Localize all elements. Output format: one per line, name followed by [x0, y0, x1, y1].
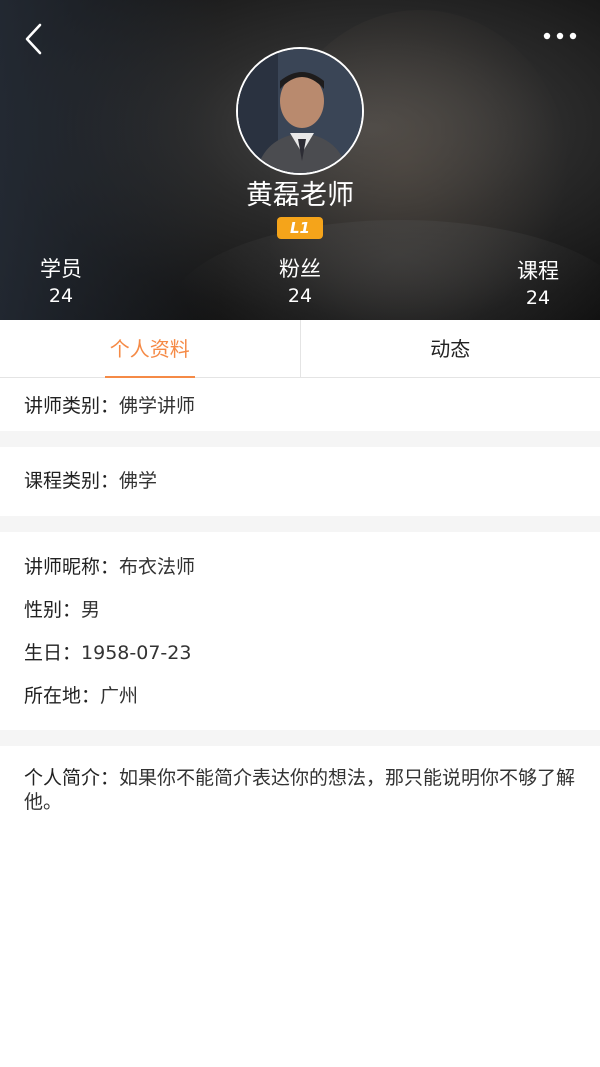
stat-label: 课程	[517, 259, 559, 283]
field-value: 1958-07-23	[81, 642, 192, 664]
row-intro: 个人简介：如果你不能简介表达你的想法，那只能说明你不够了解他。	[24, 766, 576, 814]
field-label: 讲师昵称：	[24, 556, 120, 578]
avatar[interactable]	[236, 47, 364, 175]
stat-value: 24	[525, 287, 551, 309]
back-button[interactable]	[18, 22, 50, 56]
field-label: 生日：	[24, 642, 82, 664]
section-teacher-type: 讲师类别：佛学讲师	[0, 378, 600, 431]
row-course-type: 课程类别：佛学	[24, 468, 576, 494]
row-teacher-type: 讲师类别：佛学讲师	[24, 393, 576, 419]
field-value: 佛学	[119, 470, 158, 492]
field-value: 佛学讲师	[119, 395, 196, 417]
tab-activity[interactable]: 动态	[301, 320, 600, 377]
section-intro: 个人简介：如果你不能简介表达你的想法，那只能说明你不够了解他。	[0, 746, 600, 814]
row-birthday: 生日：1958-07-23	[24, 640, 576, 666]
row-nickname: 讲师昵称：布衣法师	[24, 554, 576, 580]
field-value: 男	[81, 599, 101, 621]
profile-content: 讲师类别：佛学讲师 课程类别：佛学 讲师昵称：布衣法师 性别：男 生日：1958…	[0, 378, 600, 814]
more-button[interactable]	[540, 24, 580, 48]
teacher-name: 黄磊老师	[246, 180, 354, 211]
section-divider	[0, 516, 600, 532]
field-value: 广州	[100, 685, 139, 707]
section-basic-info: 讲师昵称：布衣法师 性别：男 生日：1958-07-23 所在地：广州	[0, 532, 600, 730]
row-location: 所在地：广州	[24, 683, 576, 709]
profile-header: 黄磊老师 L1 学员 24 粉丝 24 课程 24	[0, 0, 600, 320]
stat-fans[interactable]: 粉丝 24	[260, 255, 340, 309]
field-label: 课程类别：	[24, 470, 120, 492]
section-divider	[0, 730, 600, 746]
profile-tabs: 个人资料 动态	[0, 320, 600, 378]
field-label: 性别：	[24, 599, 82, 621]
level-badge: L1	[277, 217, 323, 239]
field-value: 布衣法师	[119, 556, 196, 578]
stat-label: 粉丝	[279, 257, 321, 281]
stat-students[interactable]: 学员 24	[21, 255, 101, 309]
field-label: 讲师类别：	[24, 395, 120, 417]
stat-courses[interactable]: 课程 24	[498, 257, 578, 311]
more-horizontal-icon	[543, 32, 577, 40]
tab-profile[interactable]: 个人资料	[0, 320, 300, 378]
stat-label: 学员	[40, 257, 82, 281]
chevron-left-icon	[25, 23, 42, 55]
stat-value: 24	[287, 285, 313, 307]
stat-value: 24	[48, 285, 74, 307]
section-divider	[0, 431, 600, 447]
avatar-portrait-icon	[238, 49, 362, 173]
row-gender: 性别：男	[24, 597, 576, 623]
field-label: 所在地：	[24, 685, 101, 707]
field-label: 个人简介：	[24, 767, 120, 789]
section-course-type: 课程类别：佛学	[0, 447, 600, 516]
